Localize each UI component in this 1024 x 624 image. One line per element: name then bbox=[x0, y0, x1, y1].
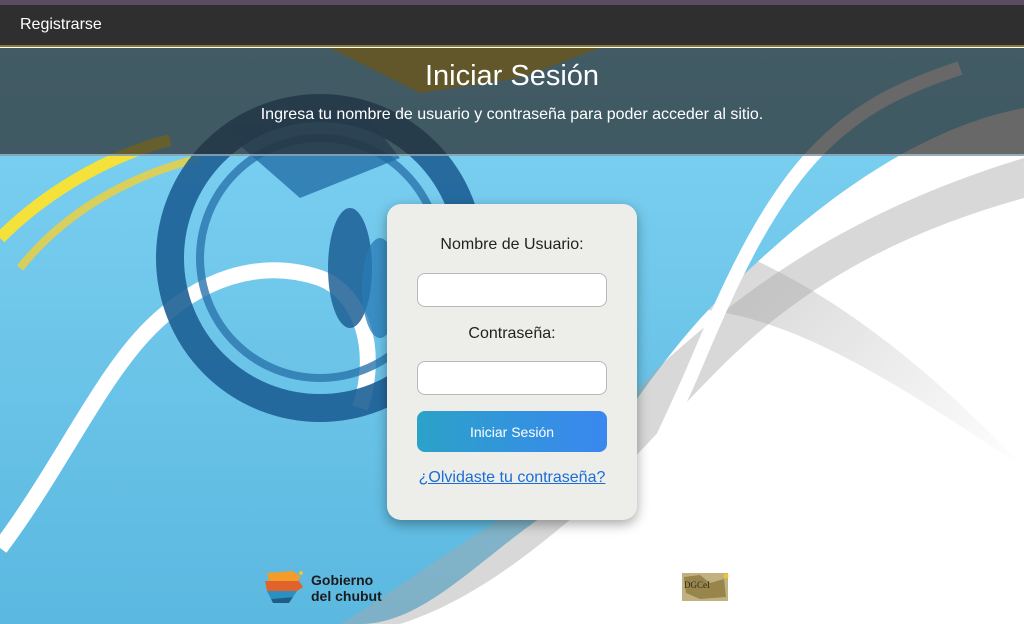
navbar: Registrarse bbox=[0, 5, 1024, 47]
dgcei-logo: DGCeI bbox=[680, 571, 732, 603]
gobierno-chubut-logo: Gobierno del chubut bbox=[263, 569, 403, 607]
page-subtitle: Ingresa tu nombre de usuario y contraseñ… bbox=[260, 106, 764, 123]
page-title: Iniciar Sesión bbox=[424, 60, 600, 92]
hero-banner: Iniciar Sesión Ingresa tu nombre de usua… bbox=[0, 48, 1024, 156]
login-card: Nombre de Usuario: Contraseña: Iniciar S… bbox=[387, 204, 637, 520]
chubut-map-icon bbox=[265, 571, 303, 603]
password-input[interactable] bbox=[417, 361, 607, 395]
forgot-password-link[interactable]: ¿Olvidaste tu contraseña? bbox=[387, 469, 637, 487]
dgcei-text: DGCeI bbox=[684, 580, 710, 590]
gobierno-chubut-text: Gobierno del chubut bbox=[311, 572, 382, 604]
username-input[interactable] bbox=[417, 273, 607, 307]
register-link[interactable]: Registrarse bbox=[20, 16, 102, 34]
password-label: Contraseña: bbox=[468, 325, 556, 342]
username-label: Nombre de Usuario: bbox=[440, 236, 584, 253]
login-button[interactable]: Iniciar Sesión bbox=[417, 411, 607, 452]
